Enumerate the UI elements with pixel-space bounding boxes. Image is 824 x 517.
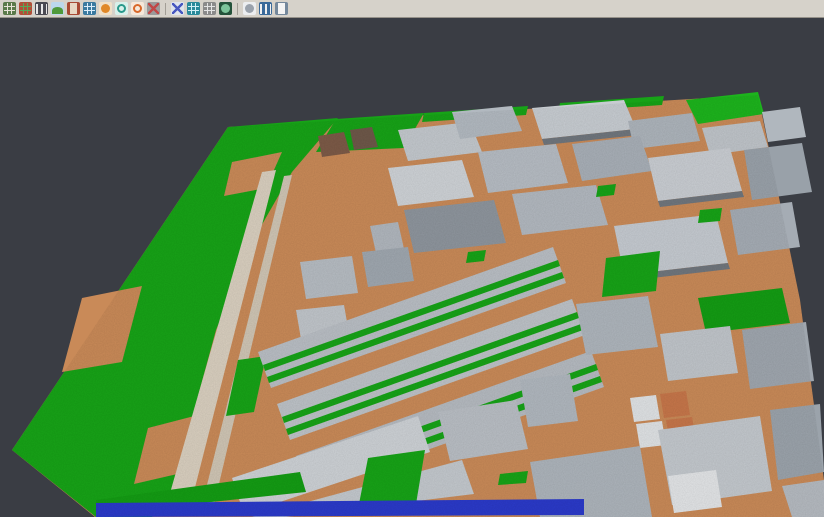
raster-grid-icon[interactable]: [202, 1, 217, 16]
terrain-icon[interactable]: [50, 1, 65, 16]
building-model-icon[interactable]: [66, 1, 81, 16]
toolbar-separator: [165, 3, 166, 15]
sphere-render-icon[interactable]: [98, 1, 113, 16]
mesh-icon[interactable]: [186, 1, 201, 16]
classify-icon-glyph: [20, 3, 31, 14]
toolbar: [0, 0, 824, 18]
raster-grid-icon-glyph: [204, 3, 215, 14]
toolbar-separator: [237, 3, 238, 15]
measure-ring-icon[interactable]: [130, 1, 145, 16]
render-sphere-icon-glyph: [245, 4, 254, 13]
grid-view-icon[interactable]: [82, 1, 97, 16]
settings-icon-glyph: [148, 3, 159, 14]
terrain-icon-glyph: [52, 7, 63, 14]
circle-select-icon[interactable]: [114, 1, 129, 16]
dataset-icon[interactable]: [2, 1, 17, 16]
elevation-icon-glyph: [36, 4, 47, 14]
building-model-icon-glyph: [70, 3, 77, 14]
crop-icon[interactable]: [170, 1, 185, 16]
histogram-icon[interactable]: [258, 1, 273, 16]
globe-icon[interactable]: [218, 1, 233, 16]
circle-select-icon-glyph: [117, 4, 126, 13]
crop-icon-glyph: [172, 3, 183, 14]
info-icon-glyph: [278, 3, 285, 14]
render-sphere-icon[interactable]: [242, 1, 257, 16]
roof-row2-6: [762, 107, 806, 142]
scene-canvas: [0, 0, 824, 517]
measure-ring-icon-glyph: [133, 4, 142, 13]
point-cloud-noise-overlay: [0, 0, 824, 517]
grid-view-icon-glyph: [84, 3, 95, 14]
mesh-icon-glyph: [188, 3, 199, 14]
globe-icon-glyph: [221, 4, 230, 13]
info-icon[interactable]: [274, 1, 289, 16]
dataset-icon-glyph: [4, 3, 15, 14]
histogram-icon-glyph: [260, 4, 271, 14]
sphere-render-icon-glyph: [101, 4, 110, 13]
settings-icon[interactable]: [146, 1, 161, 16]
elevation-icon[interactable]: [34, 1, 49, 16]
classify-icon[interactable]: [18, 1, 33, 16]
viewport-3d[interactable]: [0, 0, 824, 517]
app-window: [0, 0, 824, 517]
